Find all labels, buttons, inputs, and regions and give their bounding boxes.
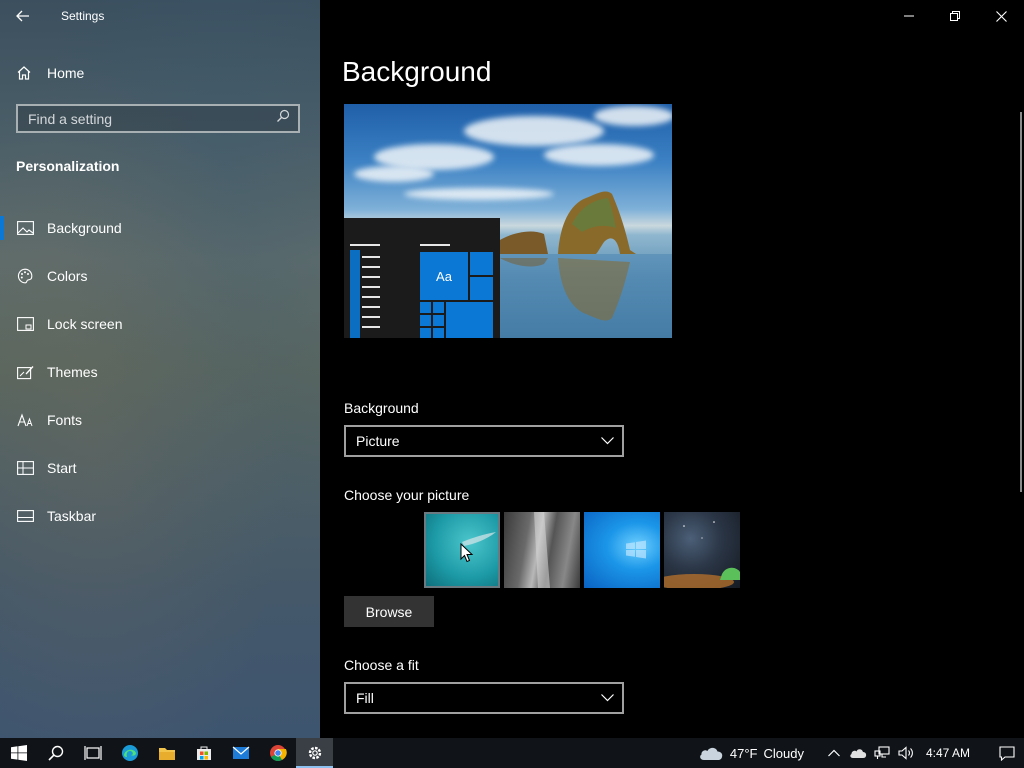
themes-icon	[16, 365, 34, 380]
search-box[interactable]	[16, 104, 300, 133]
restore-icon	[950, 11, 960, 21]
close-button[interactable]	[978, 0, 1024, 32]
network-icon	[874, 746, 890, 759]
sidebar-item-start[interactable]: Start	[0, 444, 320, 492]
preview-sample-text: Aa	[436, 268, 452, 284]
sidebar-item-colors[interactable]: Colors	[0, 252, 320, 300]
fit-label: Choose a fit	[344, 657, 419, 673]
task-view-button[interactable]	[74, 738, 111, 768]
edge-button[interactable]	[111, 738, 148, 768]
chevron-down-icon	[601, 437, 614, 445]
rock-arch-image	[500, 191, 672, 338]
sidebar-item-label: Start	[47, 460, 77, 476]
main-content: Background Aa Background Picture Choose …	[320, 0, 1024, 738]
minimize-icon	[904, 15, 914, 17]
sidebar-item-taskbar[interactable]: Taskbar	[0, 492, 320, 540]
cloud-icon	[700, 747, 723, 760]
sidebar-item-fonts[interactable]: Fonts	[0, 396, 320, 444]
settings-sidebar: Settings Home Personalization Background…	[0, 0, 320, 738]
sidebar-item-label: Taskbar	[47, 508, 97, 524]
fonts-icon	[16, 413, 34, 427]
lock-screen-icon	[16, 317, 34, 331]
start-menu-preview: Aa	[344, 218, 500, 338]
chrome-button[interactable]	[259, 738, 296, 768]
weather-desc: Cloudy	[763, 745, 804, 761]
palette-icon	[16, 268, 34, 284]
scrollbar[interactable]	[1020, 112, 1022, 492]
background-dropdown-value: Picture	[356, 433, 400, 449]
minimize-button[interactable]	[886, 0, 932, 32]
onedrive-tray-button[interactable]	[846, 738, 870, 768]
browse-button[interactable]: Browse	[344, 596, 434, 627]
sidebar-item-label: Themes	[47, 364, 98, 380]
home-link[interactable]: Home	[16, 60, 84, 86]
fit-dropdown[interactable]: Fill	[344, 682, 624, 714]
start-icon	[16, 461, 34, 475]
mouse-cursor-icon	[460, 543, 474, 563]
file-explorer-button[interactable]	[148, 738, 185, 768]
start-button[interactable]	[0, 738, 37, 768]
desktop-preview: Aa	[344, 104, 672, 338]
weather-temp: 47°F	[729, 745, 758, 761]
back-arrow-icon	[16, 10, 29, 22]
fit-dropdown-value: Fill	[356, 690, 374, 706]
picture-thumbnail-night-sky[interactable]	[664, 512, 740, 588]
search-button[interactable]	[37, 738, 74, 768]
chevron-up-icon	[828, 749, 840, 757]
section-title: Personalization	[16, 158, 120, 174]
notification-icon	[999, 745, 1015, 761]
app-title: Settings	[61, 9, 105, 23]
title-bar: Settings	[0, 0, 320, 32]
store-icon	[196, 746, 211, 760]
sidebar-item-label: Fonts	[47, 412, 83, 428]
search-icon[interactable]	[276, 109, 290, 128]
action-center-button[interactable]	[990, 738, 1024, 768]
taskbar: 47°F Cloudy 4:47 AM	[0, 738, 1024, 768]
sidebar-item-label: Colors	[47, 268, 88, 284]
windows-logo-icon	[10, 745, 27, 761]
background-label: Background	[344, 400, 419, 416]
sidebar-item-background[interactable]: Background	[0, 204, 320, 252]
background-dropdown[interactable]: Picture	[344, 425, 624, 457]
file-explorer-icon	[158, 748, 175, 760]
window-controls	[886, 0, 1024, 32]
picture-thumbnail-waterfall[interactable]	[504, 512, 580, 588]
sidebar-item-themes[interactable]: Themes	[0, 348, 320, 396]
back-button[interactable]	[0, 0, 46, 32]
chrome-icon	[269, 745, 287, 761]
sidebar-nav: Background Colors Lock screen Themes Fon…	[0, 204, 320, 540]
taskbar-icon	[16, 510, 34, 522]
system-tray: 47°F Cloudy 4:47 AM	[698, 738, 1024, 768]
mail-icon	[232, 746, 249, 759]
sidebar-item-label: Background	[47, 220, 122, 236]
mail-button[interactable]	[222, 738, 259, 768]
choose-picture-label: Choose your picture	[344, 487, 470, 503]
clock[interactable]: 4:47 AM	[926, 746, 970, 760]
weather-widget[interactable]: 47°F Cloudy	[698, 745, 804, 761]
store-button[interactable]	[185, 738, 222, 768]
restore-button[interactable]	[932, 0, 978, 32]
picture-icon	[16, 221, 34, 235]
network-tray-button[interactable]	[870, 738, 894, 768]
settings-icon	[308, 746, 321, 760]
volume-tray-button[interactable]	[894, 738, 918, 768]
search-input[interactable]	[28, 110, 268, 127]
show-hidden-icons-button[interactable]	[822, 738, 846, 768]
page-title: Background	[342, 56, 492, 87]
home-icon	[16, 65, 34, 81]
sidebar-item-label: Lock screen	[47, 316, 123, 332]
sidebar-item-lock-screen[interactable]: Lock screen	[0, 300, 320, 348]
speaker-icon	[898, 746, 913, 760]
onedrive-cloud-icon	[850, 749, 867, 758]
chevron-down-icon	[601, 694, 614, 702]
settings-button[interactable]	[296, 738, 333, 768]
edge-icon	[121, 745, 138, 761]
search-icon	[47, 745, 63, 761]
home-label: Home	[47, 65, 85, 81]
task-view-icon	[83, 746, 102, 760]
close-icon	[995, 10, 1007, 22]
picture-thumbnail-windows[interactable]	[584, 512, 660, 588]
